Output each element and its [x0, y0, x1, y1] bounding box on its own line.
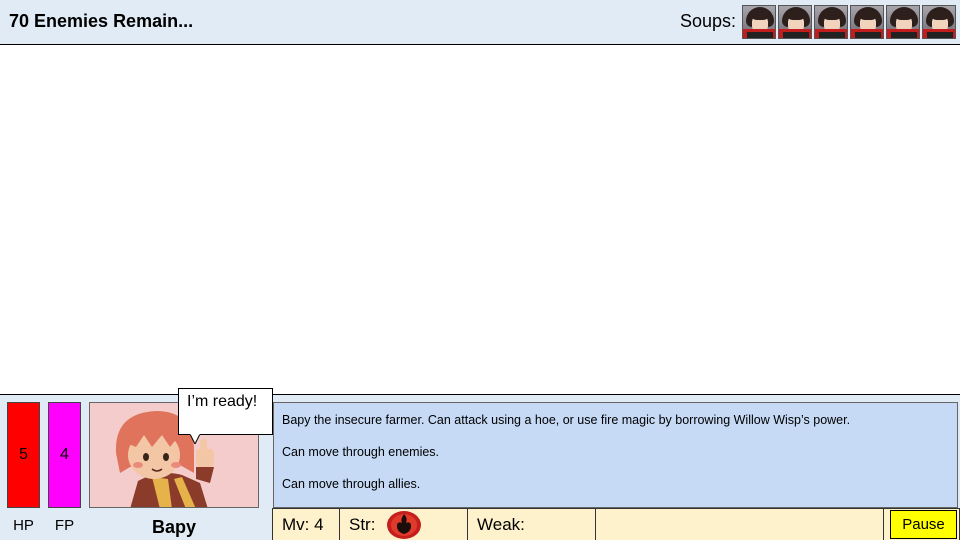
soup-portrait-icon — [742, 5, 776, 39]
hp-bar: 5 — [7, 402, 40, 508]
fp-value: 4 — [60, 446, 69, 463]
soup-portrait-icon — [850, 5, 884, 39]
unit-stats-row: Mv: 4 Str: Weak: — [272, 508, 960, 540]
unit-description: Bapy the insecure farmer. Can attack usi… — [273, 402, 958, 508]
hp-value: 5 — [19, 446, 28, 463]
unit-name: Bapy — [151, 517, 196, 537]
unit-panel: 5 HP 4 FP Bapy I’m ready! Bapy the insec… — [0, 388, 960, 540]
fp-label: FP — [54, 517, 75, 534]
hp-label: HP — [13, 517, 34, 534]
soup-portrait-icon — [922, 5, 956, 39]
description-line: Can move through enemies. — [282, 445, 440, 459]
description-line: Bapy the insecure farmer. Can attack usi… — [282, 413, 851, 427]
soup-portrait-icon — [814, 5, 848, 39]
enemies-remaining-counter: 70 Enemies Remain... — [9, 11, 194, 31]
speech-bubble-tail — [190, 434, 201, 444]
top-bar: 70 Enemies Remain... Soups: — [0, 0, 960, 45]
soups-label: Soups: — [680, 11, 737, 31]
soup-portrait-icon — [778, 5, 812, 39]
soups-list — [742, 5, 956, 39]
strength-label: Str: — [349, 515, 376, 534]
fp-bar: 4 — [48, 402, 81, 508]
move-stat: Mv: 4 — [272, 508, 340, 540]
strength-stat: Str: — [339, 508, 468, 540]
description-line: Can move through allies. — [282, 477, 421, 491]
fire-element-icon — [387, 511, 421, 539]
pause-button[interactable]: Pause — [890, 510, 957, 539]
stats-empty-cell — [595, 508, 884, 540]
speech-bubble: I’m ready! — [178, 388, 273, 435]
battle-field[interactable] — [0, 46, 960, 394]
weakness-stat: Weak: — [467, 508, 596, 540]
soup-portrait-icon — [886, 5, 920, 39]
